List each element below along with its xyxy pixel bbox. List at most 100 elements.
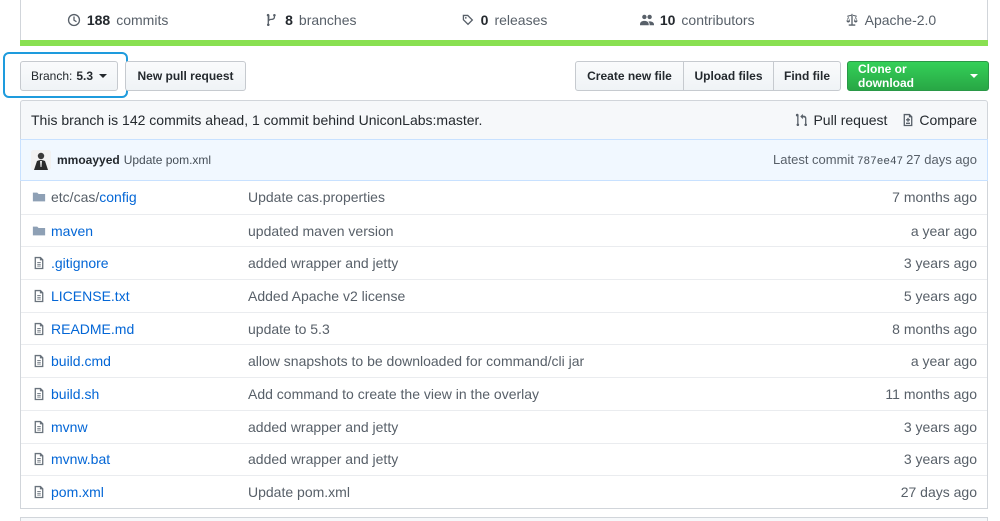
pull-request-label: Pull request (813, 112, 888, 128)
law-icon (846, 13, 858, 26)
file-name-link[interactable]: LICENSE.txt (51, 288, 248, 304)
commits-count: 188 (86, 12, 111, 28)
table-row: maven updated maven version a year ago (21, 213, 987, 247)
file-name-link[interactable]: .gitignore (51, 255, 248, 271)
table-row: mvnw added wrapper and jetty 3 years ago (21, 409, 987, 443)
table-row: mvnw.bat added wrapper and jetty 3 years… (21, 442, 987, 476)
find-file-button[interactable]: Find file (773, 61, 841, 91)
file-name-link[interactable]: build.cmd (51, 353, 248, 369)
file-age: 8 months ago (892, 320, 977, 337)
file-name: README.md (51, 320, 135, 337)
file-commit-message[interactable]: update to 5.3 (248, 321, 892, 337)
file-icon (31, 255, 47, 271)
file-age: 11 months ago (885, 385, 977, 402)
caret-down-icon (970, 74, 978, 78)
repo-stats-bar: 188 commits 8 branches 0 releases 10 con… (20, 0, 988, 40)
file-commit-message[interactable]: Update cas.properties (248, 189, 892, 205)
find-file-label: Find file (784, 69, 830, 83)
language-bar[interactable] (20, 40, 988, 46)
pull-request-icon (796, 113, 808, 127)
file-name: build.sh (51, 385, 100, 402)
file-name: mvnw.bat (51, 451, 111, 468)
file-age: 7 months ago (892, 189, 977, 206)
file-icon (31, 451, 47, 467)
new-pull-request-label: New pull request (137, 69, 234, 83)
table-row: build.sh Add command to create the view … (21, 377, 987, 410)
branch-highlight-box (3, 52, 128, 98)
commit-sha[interactable]: 787ee47 (857, 156, 903, 168)
file-name-link[interactable]: build.sh (51, 386, 248, 402)
file-commit-message[interactable]: added wrapper and jetty (248, 419, 904, 435)
new-pull-request-button[interactable]: New pull request (125, 61, 246, 91)
contributors-count: 10 (659, 12, 676, 28)
diff-icon (904, 113, 913, 127)
license-label: Apache-2.0 (864, 12, 937, 28)
table-row: etc/cas/config Update cas.properties 7 m… (21, 181, 987, 214)
file-name: config (99, 189, 137, 206)
file-commit-message[interactable]: added wrapper and jetty (248, 255, 904, 271)
table-row: build.cmd allow snapshots to be download… (21, 344, 987, 377)
file-age: 5 years ago (903, 287, 977, 304)
table-row: LICENSE.txt Added Apache v2 license 5 ye… (21, 279, 987, 312)
compare-label: Compare (919, 112, 977, 128)
releases-count: 0 (480, 12, 489, 28)
create-new-file-button[interactable]: Create new file (575, 61, 684, 91)
branch-compare-bar: This branch is 142 commits ahead, 1 comm… (20, 100, 988, 140)
file-name: LICENSE.txt (51, 287, 130, 304)
latest-commit-info: Latest commit 787ee47 27 days ago (773, 152, 977, 168)
folder-icon (31, 223, 47, 239)
file-commit-message[interactable]: Add command to create the view in the ov… (248, 386, 885, 402)
tag-icon (462, 14, 473, 26)
file-name-link[interactable]: etc/cas/config (51, 189, 248, 205)
avatar[interactable] (31, 150, 51, 170)
branches-count: 8 (285, 12, 293, 28)
compare-link[interactable]: Compare (901, 112, 977, 128)
commit-author[interactable]: mmoayyed (57, 153, 120, 167)
file-name-link[interactable]: pom.xml (51, 484, 248, 500)
file-name-link[interactable]: README.md (51, 321, 248, 337)
license-stat[interactable]: Apache-2.0 (794, 0, 987, 40)
contributors-label: contributors (681, 12, 755, 28)
latest-commit-prefix: Latest commit (773, 152, 854, 167)
file-age: a year ago (910, 222, 977, 239)
commit-age: 27 days ago (906, 152, 977, 167)
folder-icon (31, 189, 47, 205)
file-icon (31, 288, 47, 304)
avatar-image (31, 150, 51, 170)
file-age: 3 years ago (903, 418, 977, 435)
file-name-link[interactable]: mvnw (51, 419, 248, 435)
upload-files-label: Upload files (694, 69, 763, 83)
file-name-link[interactable]: maven (51, 223, 248, 239)
clone-or-download-button[interactable]: Clone or download (847, 61, 989, 91)
dir-path-prefix: etc/cas/ (51, 189, 100, 206)
history-icon (67, 13, 80, 27)
file-name-link[interactable]: mvnw.bat (51, 451, 248, 467)
file-name: mvnw (51, 418, 88, 435)
file-commit-message[interactable]: added wrapper and jetty (248, 451, 904, 467)
branch-icon (266, 13, 276, 27)
file-commit-message[interactable]: Update pom.xml (248, 484, 901, 500)
commits-stat[interactable]: 188 commits (21, 0, 214, 40)
branches-stat[interactable]: 8 branches (214, 0, 407, 40)
file-name: maven (51, 222, 94, 239)
file-commit-message[interactable]: allow snapshots to be downloaded for com… (248, 353, 911, 369)
commit-message[interactable]: Update pom.xml (124, 153, 773, 167)
file-actions-group: Create new file Upload files Find file (575, 61, 841, 91)
file-icon (31, 419, 47, 435)
contributors-stat[interactable]: 10 contributors (601, 0, 794, 40)
commits-label: commits (116, 12, 169, 28)
file-name: .gitignore (51, 255, 109, 272)
branch-status-message: This branch is 142 commits ahead, 1 comm… (31, 112, 483, 128)
file-age: 3 years ago (903, 255, 977, 272)
pull-request-link[interactable]: Pull request (795, 112, 887, 128)
table-row: .gitignore added wrapper and jetty 3 yea… (21, 246, 987, 279)
releases-stat[interactable]: 0 releases (407, 0, 600, 40)
file-age: 3 years ago (903, 451, 977, 468)
file-commit-message[interactable]: updated maven version (248, 223, 911, 239)
file-commit-message[interactable]: Added Apache v2 license (248, 288, 904, 304)
file-icon (31, 386, 47, 402)
people-icon (639, 14, 654, 26)
file-age: 27 days ago (900, 484, 977, 501)
readme-box-edge (20, 517, 988, 521)
upload-files-button[interactable]: Upload files (683, 61, 774, 91)
